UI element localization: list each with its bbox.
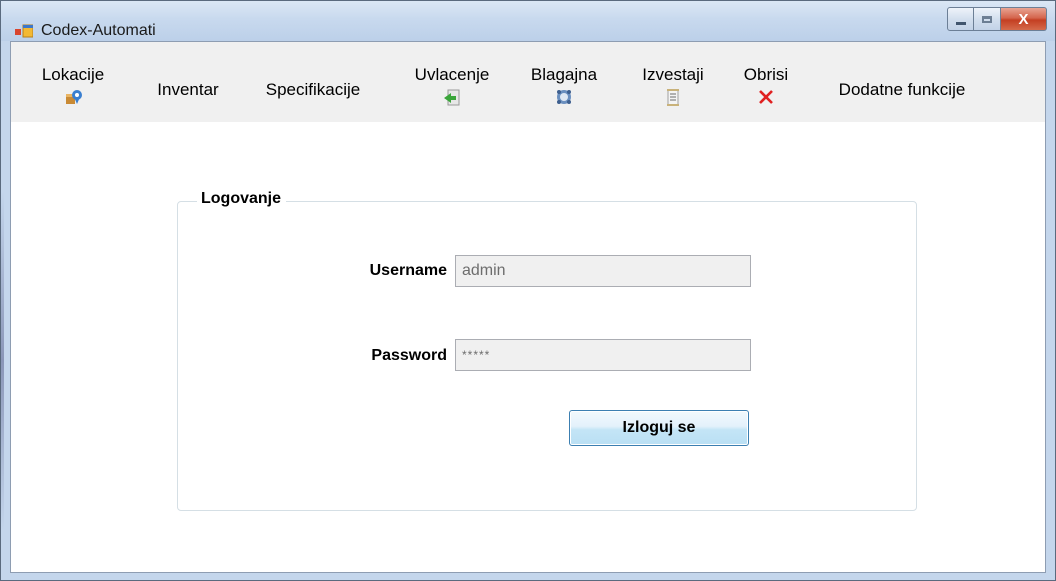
menu-item-label: Dodatne funkcije: [838, 80, 966, 99]
maximize-button[interactable]: [974, 7, 1001, 31]
password-label: Password: [371, 347, 447, 364]
close-icon: X: [1018, 10, 1029, 28]
menu-item-label: Obrisi: [743, 65, 789, 84]
menu-item-label: Izvestaji: [642, 65, 704, 84]
window-controls: X: [947, 7, 1047, 33]
report-icon: [667, 89, 679, 106]
application-window: Codex-Automati X Lokacije Inventar Speci…: [0, 0, 1056, 581]
menu-item-uvlacenje[interactable]: Uvlacenje: [402, 65, 502, 107]
minimize-icon: [955, 21, 966, 25]
title-bar[interactable]: Codex-Automati X: [1, 1, 1055, 41]
menu-item-inventar[interactable]: Inventar: [148, 80, 228, 100]
login-group-title: Logovanje: [197, 190, 287, 208]
menu-item-specifikacije[interactable]: Specifikacije: [253, 80, 373, 100]
menu-item-label: Blagajna: [530, 65, 598, 84]
menu-item-label: Lokacije: [41, 65, 105, 84]
window-title: Codex-Automati: [41, 22, 156, 39]
app-window-icon: [15, 24, 33, 38]
menu-item-izvestaji[interactable]: Izvestaji: [633, 65, 713, 107]
menu-item-dodatne-funkcije[interactable]: Dodatne funkcije: [817, 80, 987, 100]
window-edge: [1, 191, 4, 531]
client-area: Lokacije Inventar Specifikacije Uvlacenj…: [10, 41, 1046, 573]
delete-x-icon: [759, 90, 773, 104]
logout-button[interactable]: Izloguj se: [569, 410, 749, 446]
menu-item-blagajna[interactable]: Blagajna: [519, 65, 609, 107]
close-button[interactable]: X: [1001, 7, 1047, 31]
maximize-icon: [982, 15, 992, 23]
menu-item-lokacije[interactable]: Lokacije: [38, 65, 108, 107]
cashier-icon: [557, 90, 571, 104]
location-icon: [66, 90, 82, 104]
menu-item-obrisi[interactable]: Obrisi: [736, 65, 796, 107]
menu-item-label: Inventar: [157, 80, 219, 99]
minimize-button[interactable]: [947, 7, 974, 31]
username-input[interactable]: [455, 255, 751, 287]
username-label: Username: [369, 262, 447, 279]
login-groupbox: Logovanje Username Password Izloguj se: [177, 190, 917, 511]
menu-item-label: Specifikacije: [265, 80, 361, 99]
menu-bar: Lokacije Inventar Specifikacije Uvlacenj…: [11, 42, 1045, 122]
password-input[interactable]: [455, 339, 751, 371]
import-arrow-icon: [444, 89, 460, 106]
menu-item-label: Uvlacenje: [414, 65, 490, 84]
